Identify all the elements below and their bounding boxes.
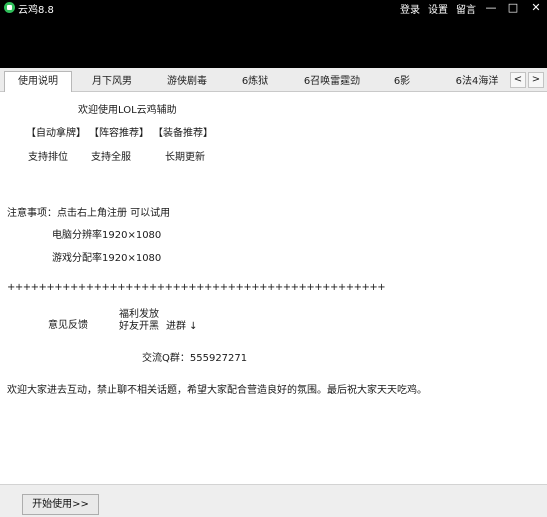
join-group-link[interactable]: 进群 ↓ xyxy=(166,317,198,332)
window-title: 云鸡8.8 xyxy=(18,5,54,16)
support-updates: 长期更新 xyxy=(165,152,205,163)
tab-scroll-right-icon[interactable]: > xyxy=(528,72,544,88)
resolution-computer: 电脑分辨率1920×1080 xyxy=(52,230,162,241)
feature-lineup: 【阵容推荐】 xyxy=(89,128,149,139)
feedback-link[interactable]: 意见反馈 xyxy=(48,316,88,331)
usage-panel: 欢迎使用LOL云鸡辅助 【自动拿牌】 【阵容推荐】 【装备推荐】 支持排位 支持… xyxy=(0,92,547,517)
tab-ying[interactable]: 6影 xyxy=(382,72,422,92)
friends-text: 好友开黑 xyxy=(119,321,159,332)
resolution-game: 游戏分配率1920×1080 xyxy=(52,253,162,264)
settings-link[interactable]: 设置 xyxy=(428,1,448,16)
tab-zhaohuan[interactable]: 6召唤雷霆劲 xyxy=(292,72,372,92)
divider: ++++++++++++++++++++++++++++++++++++++++… xyxy=(7,282,386,293)
qq-group-text: 交流Q群：555927271 xyxy=(142,353,248,364)
message-link[interactable]: 留言 xyxy=(456,1,476,16)
minimize-icon[interactable]: — xyxy=(482,0,500,14)
login-link[interactable]: 登录 xyxy=(400,1,420,16)
tab-yuexia[interactable]: 月下风男 xyxy=(79,72,145,92)
tab-bar: 使用说明 月下风男 游侠剧毒 6炼狱 6召唤雷霆劲 6影 6法4海洋 < > xyxy=(0,68,547,93)
title-bar: 云鸡8.8 登录 设置 留言 — □ ✕ xyxy=(0,0,547,68)
support-ranked: 支持排位 xyxy=(28,152,68,163)
feature-auto-card: 【自动拿牌】 xyxy=(26,128,86,139)
support-all-servers: 支持全服 xyxy=(91,152,131,163)
footer-message: 欢迎大家进去互动，禁止聊不相关话题，希望大家配合营造良好的氛围。最后祝大家天天吃… xyxy=(7,385,427,396)
start-button[interactable]: 开始使用>> xyxy=(22,494,99,515)
tab-scroll-left-icon[interactable]: < xyxy=(510,72,526,88)
tab-lianyu[interactable]: 6炼狱 xyxy=(230,72,280,92)
tab-usage[interactable]: 使用说明 xyxy=(4,71,72,93)
tab-fa-haiyang[interactable]: 6法4海洋 xyxy=(444,72,510,92)
app-logo-icon xyxy=(4,2,15,13)
welcome-text: 欢迎使用LOL云鸡辅助 xyxy=(78,105,177,116)
notice-text: 注意事项：点击右上角注册 可以试用 xyxy=(7,208,171,219)
feature-equipment: 【装备推荐】 xyxy=(153,128,213,139)
close-icon[interactable]: ✕ xyxy=(527,0,545,14)
maximize-icon[interactable]: □ xyxy=(504,0,522,14)
tab-youxia[interactable]: 游侠剧毒 xyxy=(154,72,220,92)
